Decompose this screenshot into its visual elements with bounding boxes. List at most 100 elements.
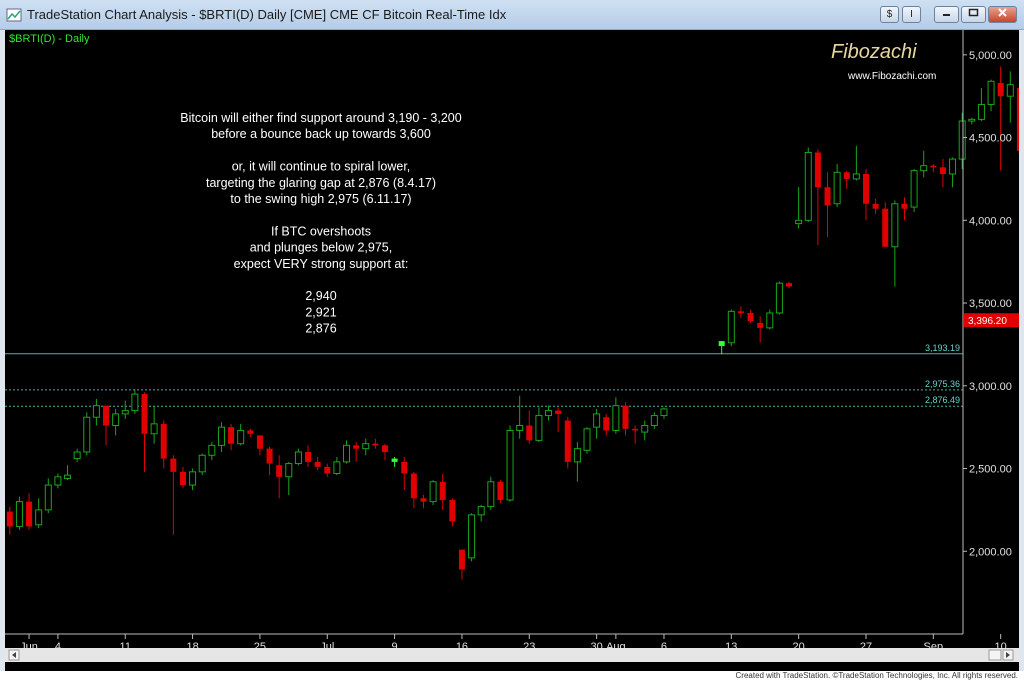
y-tick-label: 5,000.00	[969, 50, 1012, 62]
candle-body	[727, 310, 735, 344]
candle-body	[987, 80, 995, 105]
candle-body	[901, 203, 908, 209]
candle-body	[410, 473, 417, 499]
maximize-button[interactable]	[961, 6, 986, 23]
candle-body	[333, 461, 341, 474]
candle-body	[305, 451, 312, 462]
candle-body	[632, 428, 639, 431]
candle-body	[179, 471, 186, 486]
candle-body	[401, 461, 408, 474]
candle	[910, 169, 918, 213]
candle	[766, 309, 774, 330]
candle-body	[121, 410, 129, 415]
candle-body	[343, 444, 351, 463]
close-button[interactable]	[988, 6, 1017, 23]
price-chart[interactable]: 3,193.19 2,975.36 2,876.49 $BRTI(D) - Dail…	[5, 30, 1023, 671]
candle	[506, 425, 514, 502]
candle	[882, 202, 889, 247]
candle-body	[622, 405, 629, 429]
copyright-text: Created with TradeStation. ©TradeStation…	[735, 671, 1019, 680]
window-title: TradeStation Chart Analysis - $BRTI(D) D…	[27, 7, 507, 22]
candle-body	[314, 461, 321, 467]
candle-body	[103, 405, 110, 426]
candle-body	[73, 451, 81, 460]
y-tick-label: 2,000.00	[969, 546, 1012, 558]
minimize-button[interactable]	[934, 6, 959, 23]
candle-body	[439, 481, 446, 500]
candle-body	[353, 445, 360, 449]
candle-body	[54, 476, 62, 486]
candle-body	[276, 465, 283, 477]
candle	[15, 496, 23, 530]
candle-body	[612, 405, 620, 431]
candle-body	[458, 549, 465, 570]
candle-body	[977, 103, 985, 120]
candle-body	[949, 158, 957, 175]
candle-body	[150, 423, 158, 435]
candle-body	[170, 458, 177, 472]
candle-body	[420, 498, 427, 502]
candle-body	[256, 435, 263, 449]
candle	[468, 513, 476, 562]
support-line-label: 2,975.36	[925, 379, 960, 389]
annotation-line: 2,940	[305, 289, 336, 303]
candle-body	[429, 481, 437, 503]
support-line-label: 3,193.19	[925, 343, 960, 353]
candle-body	[237, 429, 245, 445]
candle-body	[247, 430, 254, 434]
y-tick-label: 2,500.00	[969, 464, 1012, 476]
candle-body	[852, 173, 860, 180]
candle-body	[362, 443, 370, 450]
candle-body	[141, 394, 148, 434]
symbol-label: $BRTI(D) - Daily	[9, 33, 90, 45]
candle-body	[939, 167, 946, 174]
candle-body	[324, 466, 331, 474]
annotation-line: If BTC overshoots	[271, 224, 371, 238]
candle-body	[477, 506, 485, 516]
annotation-line: 2,876	[305, 322, 336, 336]
chart-area[interactable]: 3,193.19 2,975.36 2,876.49 $BRTI(D) - Dail…	[5, 30, 1023, 671]
candle-body	[650, 415, 658, 426]
candle-body	[930, 165, 937, 168]
symbol-link-button[interactable]: $	[880, 6, 899, 23]
candle-body	[555, 410, 562, 414]
current-price-label: 3,396.20	[968, 316, 1007, 327]
candle-body	[843, 172, 850, 179]
candle	[83, 412, 91, 456]
candle	[487, 476, 495, 510]
candle-body	[545, 410, 553, 417]
annotation-line: before a bounce back up towards 3,600	[211, 127, 431, 141]
scroll-thumb[interactable]	[988, 649, 1002, 661]
candle-body	[535, 415, 543, 441]
candle-body	[228, 427, 235, 444]
candle-body	[795, 219, 803, 225]
candle-body	[92, 405, 100, 418]
candle	[727, 309, 735, 347]
candle-body	[882, 208, 889, 247]
annotation-line: expect VERY strong support at:	[234, 257, 409, 271]
y-tick-label: 3,000.00	[969, 381, 1012, 393]
candle-body	[372, 443, 379, 446]
candle-body	[1006, 84, 1014, 97]
candle-body	[208, 444, 216, 456]
annotation-line: or, it will continue to spiral lower,	[232, 160, 411, 174]
horizontal-scrollbar[interactable]	[5, 648, 1019, 662]
annotation-line: targeting the glaring gap at 2,876 (8.4.…	[206, 176, 436, 190]
y-tick-label: 4,500.00	[969, 133, 1012, 145]
info-link-button[interactable]: I	[902, 6, 921, 23]
candle-body	[920, 165, 928, 172]
candle-body	[603, 417, 610, 431]
candle	[429, 480, 437, 505]
candle-body	[131, 393, 139, 412]
candle	[775, 281, 783, 315]
candle-body	[487, 481, 495, 508]
candle-body	[747, 312, 754, 322]
candle-body	[862, 173, 869, 204]
candle-body	[872, 203, 879, 209]
candle-body	[997, 82, 1004, 97]
annotation-line: and plunges below 2,975,	[250, 241, 392, 255]
candle-body	[391, 458, 398, 462]
window-titlebar: TradeStation Chart Analysis - $BRTI(D) D…	[0, 0, 1024, 30]
candle-body	[564, 420, 571, 462]
support-line-label: 2,876.49	[925, 395, 960, 405]
